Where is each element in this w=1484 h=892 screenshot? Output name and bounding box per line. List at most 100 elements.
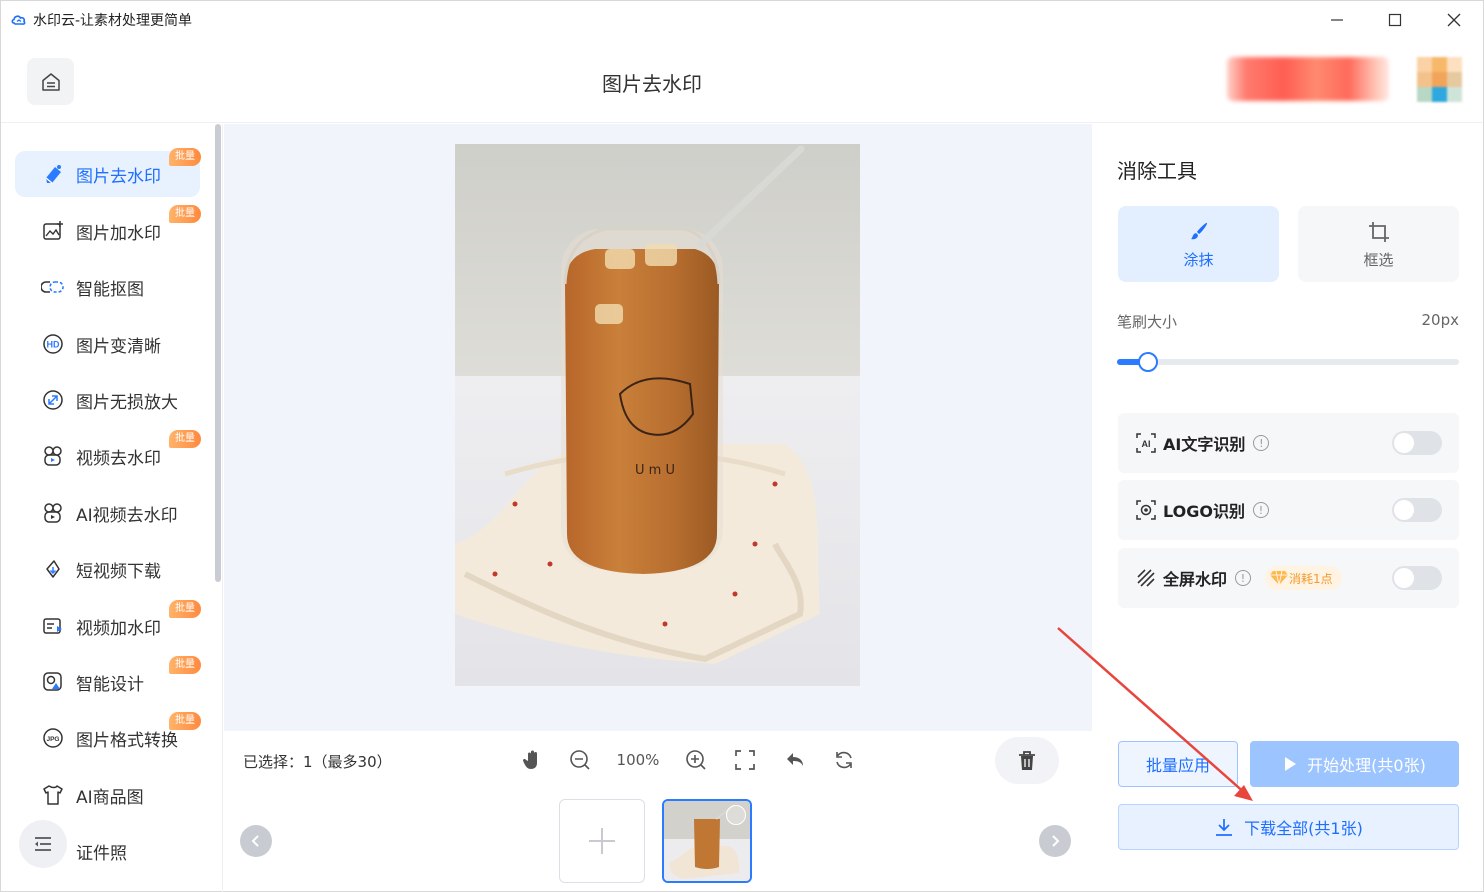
sidebar-item-ai-product-image[interactable]: AI商品图 [15, 772, 200, 818]
undo-button[interactable] [782, 746, 808, 774]
tool-smear[interactable]: 涂抹 [1118, 206, 1279, 282]
maximize-button[interactable] [1372, 1, 1418, 39]
svg-text:HD: HD [47, 340, 60, 350]
app-window: 水印云-让素材处理更简单 图片去水印 图片去水印 批量 图片加水印 批量 智能抠… [0, 0, 1484, 892]
sidebar-item-short-video-download[interactable]: 短视频下载 [15, 546, 200, 592]
crop-icon [1367, 219, 1391, 245]
reset-button[interactable] [831, 746, 857, 774]
download-icon [1216, 819, 1233, 836]
thumbnails-prev-button[interactable] [240, 825, 272, 857]
sidebar: 图片去水印 批量 图片加水印 批量 智能抠图 HD 图片变清晰 图片无损放大 视… [1, 124, 223, 892]
logo-toggle[interactable] [1392, 498, 1442, 522]
fullscreen-watermark-icon [1135, 567, 1157, 589]
batch-badge: 批量 [169, 430, 201, 448]
image-add-icon [41, 219, 65, 243]
brush-size-value: 20px [1421, 311, 1460, 329]
sidebar-item-image-format-convert[interactable]: JPG 图片格式转换 批量 [15, 712, 201, 761]
close-window-button[interactable] [1431, 1, 1477, 39]
brush-size-slider[interactable] [1117, 352, 1459, 372]
chevron-left-icon [251, 835, 259, 847]
sidebar-item-image-remove-watermark[interactable]: 图片去水印 批量 [15, 148, 201, 197]
image-canvas[interactable]: U m U [224, 124, 1092, 731]
tool-box-select[interactable]: 框选 [1298, 206, 1459, 282]
eraser-icon [41, 162, 65, 186]
zoom-in-button[interactable] [683, 746, 709, 774]
fullscreen-watermark-toggle[interactable] [1392, 566, 1442, 590]
avatar[interactable] [1417, 57, 1462, 102]
minimize-button[interactable] [1314, 1, 1360, 39]
sidebar-item-image-sharpen[interactable]: HD 图片变清晰 [15, 321, 200, 367]
sidebar-item-ai-video-remove-watermark[interactable]: AI视频去水印 [15, 490, 200, 536]
slider-handle[interactable] [1138, 352, 1158, 372]
ai-text-toggle[interactable] [1392, 431, 1442, 455]
sidebar-scrollbar[interactable] [215, 124, 221, 582]
download-all-button[interactable]: 下载全部(共1张) [1118, 804, 1459, 850]
window-title: 水印云-让素材处理更简单 [33, 13, 193, 29]
zoom-out-icon [570, 750, 590, 770]
batch-badge: 批量 [169, 600, 201, 618]
page-title: 图片去水印 [602, 72, 702, 96]
cost-badge: 消耗1点 [1265, 566, 1342, 590]
collapse-sidebar-button[interactable] [19, 820, 67, 868]
cutout-icon [41, 275, 65, 299]
design-icon [41, 670, 65, 694]
image-thumbnail[interactable] [662, 799, 752, 883]
sidebar-item-smart-cutout[interactable]: 智能抠图 [15, 264, 200, 310]
eraser-tools-panel: 消除工具 涂抹 框选 笔刷大小 20px AI AI文字识别 ! LOGO识别 … [1093, 124, 1483, 892]
uploaded-photo[interactable]: U m U [455, 144, 860, 686]
panel-title: 消除工具 [1117, 159, 1197, 183]
option-fullscreen-watermark: 全屏水印 ! 消耗1点 [1118, 548, 1459, 608]
batch-apply-button[interactable]: 批量应用 [1118, 741, 1238, 787]
app-logo-icon [11, 15, 26, 25]
app-header: 图片去水印 [1, 39, 1483, 123]
zoom-in-icon [686, 750, 706, 770]
info-icon[interactable]: ! [1253, 435, 1270, 451]
thumbnail-select-checkbox[interactable] [726, 805, 746, 825]
batch-badge: 批量 [169, 656, 201, 674]
hd-icon: HD [41, 332, 65, 356]
info-icon[interactable]: ! [1235, 570, 1252, 586]
option-logo-recognition: LOGO识别 ! [1118, 480, 1459, 540]
svg-text:U m U: U m U [635, 463, 675, 478]
refresh-icon [836, 751, 852, 769]
trash-icon [1019, 750, 1035, 770]
zoom-out-button[interactable] [567, 746, 593, 774]
video-eraser-icon [41, 444, 65, 468]
brush-icon [1187, 219, 1211, 245]
sidebar-item-image-add-watermark[interactable]: 图片加水印 批量 [15, 205, 201, 254]
menu-collapse-icon [35, 837, 51, 851]
link-download-icon [41, 557, 65, 581]
user-name-redacted[interactable] [1227, 57, 1389, 101]
fit-screen-icon [735, 750, 755, 770]
video-add-icon [41, 614, 65, 638]
add-image-button[interactable] [559, 799, 645, 883]
diamond-icon [1270, 570, 1289, 586]
selection-count: 已选择：1（最多30） [243, 753, 392, 771]
start-processing-button[interactable]: 开始处理(共0张) [1250, 741, 1459, 787]
sidebar-item-video-remove-watermark[interactable]: 视频去水印 批量 [15, 430, 201, 479]
hand-icon [522, 750, 537, 769]
delete-button[interactable] [995, 737, 1059, 784]
info-icon[interactable]: ! [1252, 502, 1269, 518]
minimize-icon [1331, 19, 1343, 21]
ai-video-icon [41, 501, 65, 525]
svg-text:JPG: JPG [46, 736, 59, 743]
fit-screen-button[interactable] [732, 746, 758, 774]
batch-badge: 批量 [169, 148, 201, 166]
play-icon [1285, 757, 1297, 771]
logo-target-icon [1135, 499, 1157, 521]
ai-text-icon: AI [1135, 432, 1157, 454]
undo-icon [787, 753, 803, 766]
svg-text:AI: AI [1142, 439, 1151, 449]
sidebar-item-smart-design[interactable]: 智能设计 批量 [15, 656, 201, 705]
batch-badge: 批量 [169, 712, 201, 730]
thumbnails-next-button[interactable] [1039, 825, 1071, 857]
maximize-icon [1388, 13, 1402, 27]
jpg-icon: JPG [41, 726, 65, 750]
pan-tool-button[interactable] [519, 746, 545, 774]
title-bar: 水印云-让素材处理更简单 [1, 1, 1483, 39]
sidebar-item-lossless-enlarge[interactable]: 图片无损放大 [15, 377, 200, 423]
sidebar-item-video-add-watermark[interactable]: 视频加水印 批量 [15, 600, 201, 649]
plus-icon [589, 828, 615, 854]
tshirt-icon [41, 783, 65, 807]
